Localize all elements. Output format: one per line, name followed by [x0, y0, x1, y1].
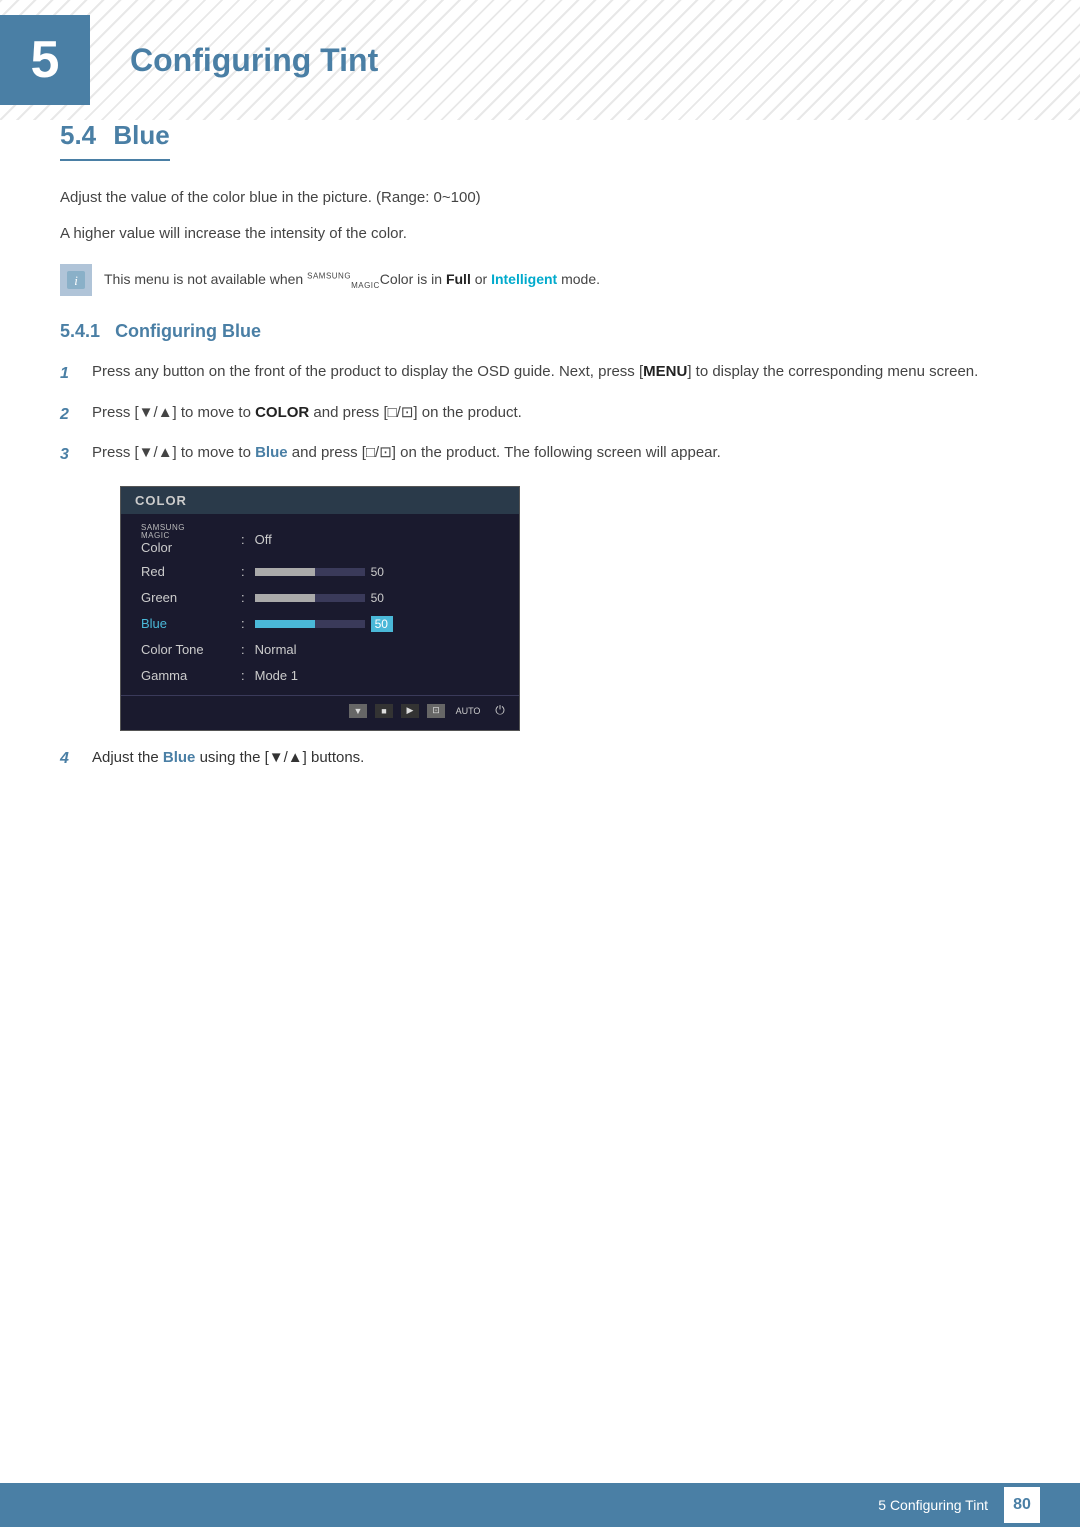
step-1: 1 Press any button on the front of the p… — [60, 360, 1020, 387]
osd-bar-green: 50 — [255, 591, 505, 605]
osd-row-green: Green : 50 — [121, 585, 519, 611]
osd-bar-fill-red — [255, 568, 316, 576]
osd-btn-left: ■ — [375, 704, 393, 718]
osd-label-magic: SAMSUNGMAGIC Color — [141, 524, 241, 555]
note-box: i This menu is not available when SAMSUN… — [60, 264, 1020, 296]
section-name: Blue — [113, 120, 169, 150]
osd-screen: COLOR SAMSUNGMAGIC Color : Off Red : — [120, 486, 520, 731]
page-footer: 5 Configuring Tint 80 — [0, 1483, 1080, 1527]
osd-container: COLOR SAMSUNGMAGIC Color : Off Red : — [120, 486, 1020, 731]
step-2-number: 2 — [60, 402, 82, 428]
osd-bar-red: 50 — [255, 565, 505, 579]
subsection-name: Configuring Blue — [115, 321, 261, 341]
osd-label-blue: Blue — [141, 616, 241, 631]
osd-bar-blue: 50 — [255, 616, 505, 632]
osd-num-blue: 50 — [371, 616, 393, 632]
subsection-title: 5.4.1 Configuring Blue — [60, 321, 1020, 342]
chapter-title: Configuring Tint — [110, 42, 378, 79]
osd-auto-label: AUTO — [453, 704, 483, 718]
subsection-number: 5.4.1 — [60, 321, 100, 341]
magic-color-brand: SAMSUNGMAGICColor — [307, 271, 413, 287]
osd-bar-fill-green — [255, 594, 316, 602]
step-1-text: Press any button on the front of the pro… — [92, 360, 978, 384]
note-text: This menu is not available when SAMSUNGM… — [104, 264, 600, 293]
step-3-text: Press [▼/▲] to move to Blue and press [□… — [92, 441, 721, 465]
osd-label-red: Red — [141, 564, 241, 579]
osd-btn-down: ▼ — [349, 704, 367, 718]
step-2-text: Press [▼/▲] to move to COLOR and press [… — [92, 401, 522, 425]
osd-row-colortone: Color Tone : Normal — [121, 637, 519, 663]
color-term: COLOR — [255, 404, 309, 421]
step-2: 2 Press [▼/▲] to move to COLOR and press… — [60, 401, 1020, 428]
step-1-number: 1 — [60, 361, 82, 387]
osd-btn-enter: ⊡ — [427, 704, 445, 718]
chapter-number-box: 5 — [0, 15, 90, 105]
osd-row-red: Red : 50 — [121, 559, 519, 585]
osd-value-colortone: Normal — [255, 642, 505, 657]
step-3: 3 Press [▼/▲] to move to Blue and press … — [60, 441, 1020, 468]
osd-num-green: 50 — [371, 591, 393, 605]
menu-key: MENU — [643, 363, 687, 380]
osd-value-gamma: Mode 1 — [255, 668, 505, 683]
osd-btn-power: ⏻ — [491, 704, 509, 718]
osd-label-green: Green — [141, 590, 241, 605]
osd-row-magic: SAMSUNGMAGIC Color : Off — [121, 520, 519, 559]
osd-label-colortone: Color Tone — [141, 642, 241, 657]
step-4-number: 4 — [60, 750, 82, 768]
description-2: A higher value will increase the intensi… — [60, 222, 1020, 246]
note-icon: i — [60, 264, 92, 296]
osd-row-gamma: Gamma : Mode 1 — [121, 663, 519, 689]
osd-row-blue: Blue : 50 — [121, 611, 519, 637]
description-1: Adjust the value of the color blue in th… — [60, 186, 1020, 210]
osd-header: COLOR — [121, 487, 519, 514]
osd-label-gamma: Gamma — [141, 668, 241, 683]
osd-bar-fill-blue — [255, 620, 316, 628]
step-3-number: 3 — [60, 442, 82, 468]
osd-num-red: 50 — [371, 565, 393, 579]
blue-term-step4: Blue — [163, 749, 196, 766]
footer-page-number: 80 — [1004, 1487, 1040, 1523]
chapter-number: 5 — [31, 30, 60, 90]
osd-btn-right: ▶ — [401, 704, 419, 718]
osd-controls: ▼ ■ ▶ ⊡ AUTO ⏻ — [121, 695, 519, 720]
section-title: 5.4 Blue — [60, 120, 170, 161]
chapter-header: 5 Configuring Tint — [0, 0, 1080, 120]
section-number: 5.4 — [60, 120, 96, 150]
blue-term-step3: Blue — [255, 444, 288, 461]
osd-value-magic: Off — [255, 532, 505, 547]
step-4-text: Adjust the Blue using the [▼/▲] buttons. — [92, 749, 364, 766]
steps-list: 1 Press any button on the front of the p… — [60, 360, 1020, 468]
main-content: 5.4 Blue Adjust the value of the color b… — [0, 120, 1080, 768]
step-4: 4 Adjust the Blue using the [▼/▲] button… — [60, 749, 1020, 768]
svg-text:i: i — [74, 273, 78, 288]
footer-text: 5 Configuring Tint — [878, 1497, 988, 1513]
